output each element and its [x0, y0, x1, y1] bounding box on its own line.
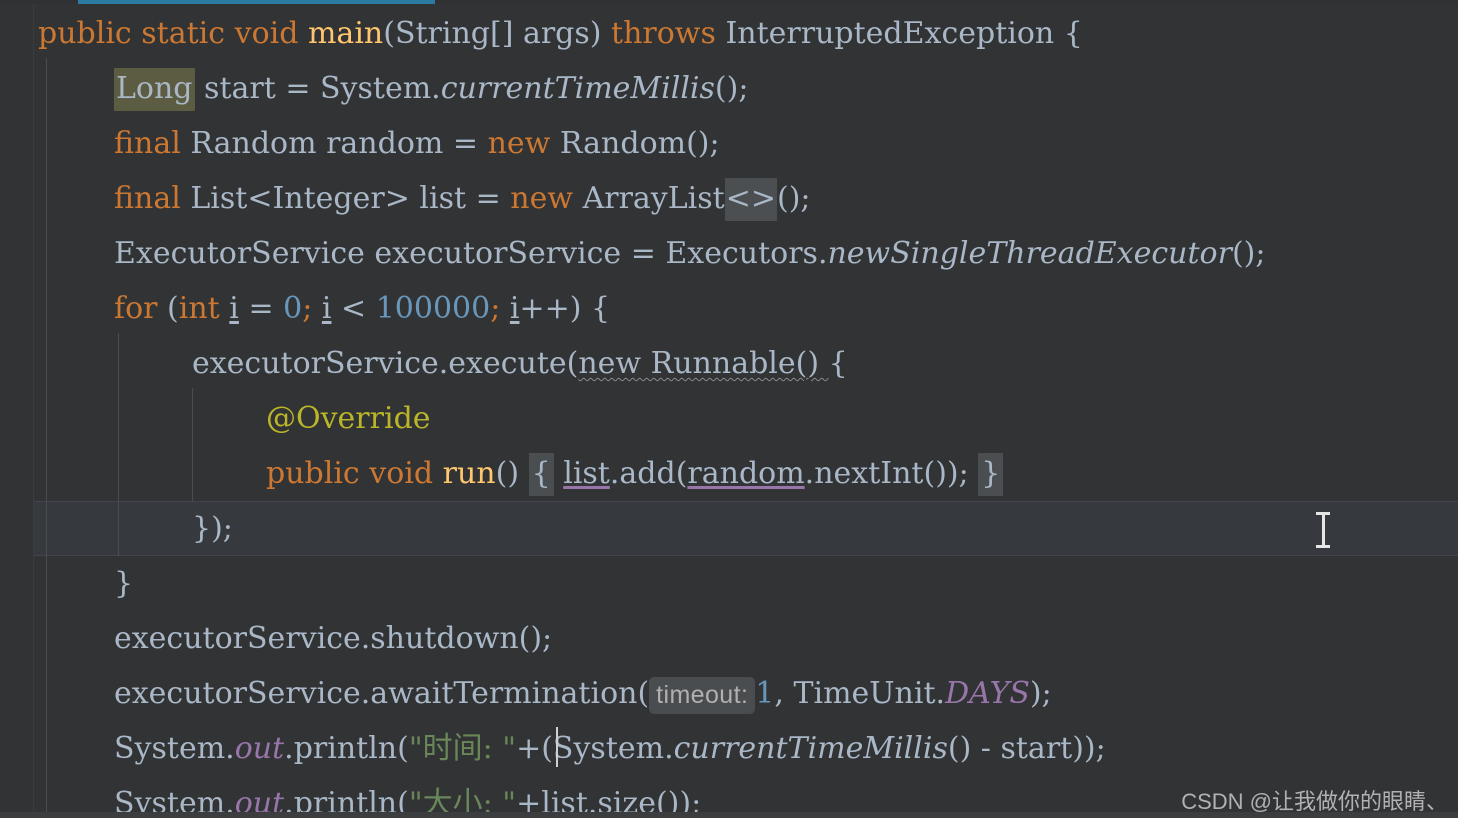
- code-line-3[interactable]: final Random random = new Random();: [114, 116, 720, 171]
- token-var-i-1: i: [229, 291, 239, 326]
- token-semicolon-6b: ;: [490, 291, 510, 326]
- token-main-params: (String[] args): [383, 16, 612, 51]
- code-line-11[interactable]: }: [114, 556, 133, 611]
- token-call-tail-5: ();: [1231, 236, 1266, 271]
- token-keyword-throws: throws: [611, 16, 716, 51]
- token-system-14: System.: [114, 731, 235, 766]
- token-static-newsinglethreadexecutor: newSingleThreadExecutor: [827, 236, 1232, 271]
- active-tab-underline: [78, 0, 435, 4]
- token-keyword-final-3: final: [114, 126, 181, 161]
- token-keyword-for: for: [114, 291, 158, 326]
- code-line-6[interactable]: for (int i = 0; i < 100000; i++) {: [114, 281, 610, 336]
- code-line-4[interactable]: final List<Integer> list = new ArrayList…: [114, 171, 811, 226]
- token-lessthan: <: [331, 291, 376, 326]
- code-line-2[interactable]: Long start = System.currentTimeMillis();: [114, 61, 748, 116]
- code-line-13[interactable]: executorService.awaitTermination(timeout…: [114, 666, 1052, 721]
- token-call-tail-14: () - start));: [947, 731, 1106, 766]
- token-field-list: list: [563, 456, 610, 491]
- token-number-100000: 100000: [375, 291, 491, 326]
- code-line-5[interactable]: ExecutorService executorService = Execut…: [114, 226, 1265, 281]
- token-for-tail: ++) {: [519, 291, 611, 326]
- token-field-random: random: [687, 456, 805, 491]
- token-call-tail-2: ();: [714, 71, 749, 106]
- token-highlight-diamond: <>: [724, 178, 778, 221]
- token-execute-call: executorService.execute(: [192, 346, 579, 381]
- token-awaittermination-call: executorService.awaitTermination(: [114, 676, 650, 711]
- token-concat-14: +(System.: [516, 731, 674, 766]
- token-close-for-block: }: [114, 566, 134, 601]
- csdn-watermark: CSDN @让我做你的眼睛、: [1181, 789, 1448, 814]
- token-semicolon-6a: ;: [302, 291, 322, 326]
- code-line-9[interactable]: public void run() { list.add(random.next…: [266, 446, 1004, 501]
- token-exception-type: InterruptedException {: [725, 16, 1083, 51]
- code-line-1[interactable]: public static void main(String[] args) t…: [38, 6, 1083, 61]
- token-close-anon-class: });: [192, 511, 233, 546]
- ibeam-stem: [1322, 514, 1325, 546]
- token-string-time: "时间: ": [408, 731, 517, 766]
- ibeam-cursor-icon: [1316, 512, 1330, 548]
- token-timeunit-prefix: , TimeUnit.: [774, 676, 946, 711]
- token-annotation-override: @Override: [266, 401, 431, 436]
- token-static-currenttimemillis-14: currentTimeMillis: [673, 731, 948, 766]
- token-brace-match-open: {: [528, 453, 554, 496]
- token-open-brace-7: {: [828, 346, 848, 381]
- token-field-out-14: out: [234, 731, 285, 766]
- token-assign-6: =: [238, 291, 284, 326]
- token-keyword-void-9: void: [369, 456, 434, 491]
- ibeam-bottom-cap: [1316, 545, 1330, 548]
- token-anonymous-runnable: new Runnable(): [578, 346, 829, 381]
- code-editor[interactable]: public static void main(String[] args) t…: [0, 0, 1458, 818]
- token-keyword-new-3: new: [487, 126, 551, 161]
- token-random-decl: Random random =: [180, 126, 488, 161]
- code-line-7[interactable]: executorService.execute(new Runnable() {: [192, 336, 848, 391]
- token-for-open: (: [157, 291, 179, 326]
- token-number-one: 1: [755, 676, 775, 711]
- token-brace-match-close: }: [978, 453, 1004, 496]
- token-keyword-static: static: [141, 16, 226, 51]
- code-line-12[interactable]: executorService.shutdown();: [114, 611, 552, 666]
- code-line-8[interactable]: @Override: [266, 391, 431, 446]
- token-executorservice-decl: ExecutorService executorService = Execut…: [114, 236, 828, 271]
- token-keyword-new-4: new: [510, 181, 574, 216]
- token-arraylist: ArrayList: [582, 181, 725, 216]
- code-line-10[interactable]: });: [192, 501, 233, 556]
- token-random-ctor: Random();: [559, 126, 720, 161]
- token-method-run: run: [442, 456, 496, 491]
- inlay-hint-timeout[interactable]: timeout:: [649, 677, 756, 714]
- code-content: public static void main(String[] args) t…: [0, 0, 1458, 818]
- token-keyword-final-4: final: [114, 181, 181, 216]
- token-call-tail-13: );: [1029, 676, 1052, 711]
- token-println-14: .println(: [284, 731, 409, 766]
- token-keyword-void: void: [234, 16, 299, 51]
- code-line-14[interactable]: System.out.println("时间: "+(System.curren…: [114, 721, 1106, 776]
- token-add-call: .add(: [609, 456, 688, 491]
- token-call-tail-4: ();: [777, 181, 811, 216]
- token-keyword-int: int: [178, 291, 220, 326]
- token-keyword-public-9: public: [266, 456, 360, 491]
- token-method-main: main: [307, 16, 384, 51]
- token-constant-days: DAYS: [945, 676, 1030, 711]
- text-caret: [556, 727, 558, 767]
- token-number-zero: 0: [283, 291, 303, 326]
- token-run-parens: (): [495, 456, 529, 491]
- token-list-decl: List<Integer> list =: [180, 181, 511, 216]
- token-nextint-call: .nextInt());: [804, 456, 969, 491]
- token-keyword-public: public: [38, 16, 132, 51]
- token-start-assign: start = System.: [194, 71, 441, 106]
- token-var-i-3: i: [509, 291, 520, 326]
- token-shutdown-call: executorService.shutdown();: [114, 621, 553, 656]
- token-highlight-long: Long: [114, 68, 195, 111]
- token-static-currenttimemillis: currentTimeMillis: [440, 71, 715, 106]
